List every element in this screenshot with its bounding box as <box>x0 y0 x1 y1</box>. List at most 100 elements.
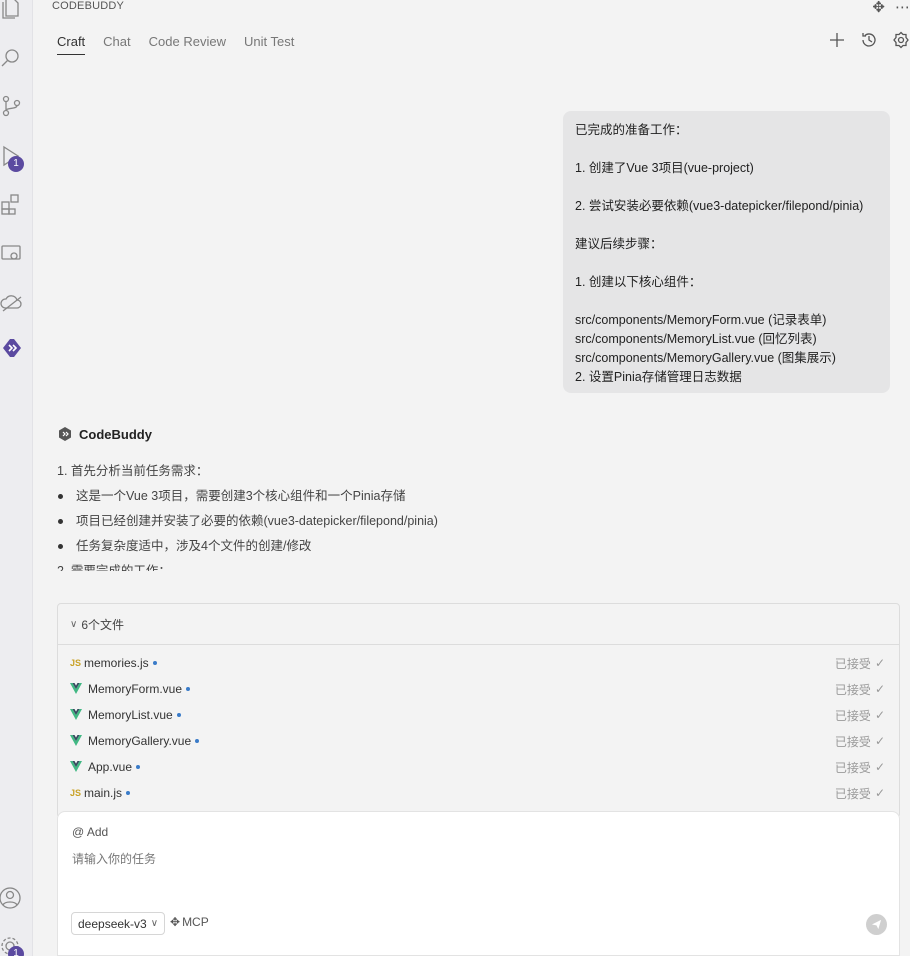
file-status: 已接受 ✓ <box>835 785 885 802</box>
tab-unit-test[interactable]: Unit Test <box>244 34 294 55</box>
user-message-line: 1. 创建了Vue 3项目(vue-project) <box>575 161 754 175</box>
file-row[interactable]: MemoryForm.vue 已接受 ✓ <box>58 676 899 702</box>
model-select[interactable]: deepseek-v3 ∨ <box>71 912 166 935</box>
file-row[interactable]: JS memories.js 已接受 ✓ <box>58 650 899 676</box>
modified-dot <box>176 713 181 717</box>
file-name: main.js <box>84 786 123 800</box>
check-icon: ✓ <box>874 786 885 800</box>
check-icon: ✓ <box>874 760 885 774</box>
source-control-icon[interactable] <box>0 94 24 118</box>
check-icon: ✓ <box>874 708 885 722</box>
tab-code-review[interactable]: Code Review <box>149 34 226 55</box>
mcp-icon: ✥ <box>170 915 181 929</box>
modified-dot <box>136 765 141 769</box>
settings-icon[interactable] <box>892 31 910 49</box>
user-message-gap <box>575 254 878 273</box>
more-icon[interactable]: ⋯ <box>895 0 910 16</box>
list-item: 项目已经创建并安装了必要的依赖(vue3-datepicker/filepond… <box>57 509 897 534</box>
assistant-intro: 1. 首先分析当前任务需求： <box>57 464 209 478</box>
user-message-gap <box>575 292 878 311</box>
user-message-line: src/components/MemoryList.vue (回忆列表) <box>575 332 817 346</box>
send-icon <box>871 919 882 930</box>
tab-craft[interactable]: Craft <box>57 34 86 55</box>
js-file-icon: JS <box>70 788 82 798</box>
list-item: 任务复杂度适中，涉及4个文件的创建/修改 <box>57 534 897 559</box>
user-message-gap <box>575 140 878 159</box>
assistant-bullet-list: 这是一个Vue 3项目，需要创建3个核心组件和一个Pinia存储 项目已经创建并… <box>57 484 897 559</box>
panel-title: CODEBUDDY <box>52 0 125 12</box>
vue-file-icon <box>70 735 84 747</box>
file-status: 已接受 ✓ <box>835 733 885 750</box>
file-row[interactable]: App.vue 已接受 ✓ <box>58 754 899 780</box>
settings-badge: 1 <box>8 946 24 956</box>
assistant-next: 2. 需要完成的工作： <box>57 564 171 571</box>
chevron-down-icon: ∨ <box>70 618 78 630</box>
user-message-line: src/components/MemoryGallery.vue (图集展示) <box>575 351 836 365</box>
search-icon[interactable] <box>0 46 24 70</box>
files-header[interactable]: ∨ 6个文件 <box>58 604 899 645</box>
add-context-button[interactable]: @ Add <box>72 825 108 839</box>
explorer-icon[interactable] <box>0 0 24 20</box>
status-label: 已接受 <box>834 656 871 671</box>
remote-explorer-icon[interactable] <box>0 242 24 266</box>
codebuddy-logo-icon[interactable] <box>0 336 24 360</box>
mcp-button[interactable]: ✥ MCP <box>170 915 209 929</box>
status-label: 已接受 <box>834 786 871 801</box>
task-input[interactable] <box>72 852 872 866</box>
tab-chat[interactable]: Chat <box>103 34 130 55</box>
modified-dot <box>195 739 200 743</box>
file-name: memories.js <box>84 656 149 670</box>
file-name: App.vue <box>88 760 133 774</box>
file-row[interactable]: MemoryGallery.vue 已接受 ✓ <box>58 728 899 754</box>
user-message-gap <box>575 216 878 235</box>
check-icon: ✓ <box>874 656 885 670</box>
assistant-message: 1. 首先分析当前任务需求： 这是一个Vue 3项目，需要创建3个核心组件和一个… <box>57 459 897 571</box>
vue-file-icon <box>70 683 84 695</box>
move-panel-icon[interactable]: ✥ <box>872 0 885 16</box>
user-message-line: 已完成的准备工作： <box>575 123 688 137</box>
user-message-line: src/components/MemoryForm.vue (记录表单) <box>575 313 827 327</box>
history-icon[interactable] <box>860 31 878 49</box>
cloud-icon[interactable] <box>0 290 24 314</box>
file-name: MemoryGallery.vue <box>88 734 192 748</box>
files-count: 6个文件 <box>81 617 125 632</box>
account-icon[interactable] <box>0 886 24 910</box>
user-message-line: 2. 尝试安装必要依赖(vue3-datepicker/filepond/pin… <box>575 199 864 213</box>
user-message-bubble: 已完成的准备工作： 1. 创建了Vue 3项目(vue-project) 2. … <box>563 111 890 393</box>
file-name: MemoryList.vue <box>88 708 173 722</box>
file-row[interactable]: JS main.js 已接受 ✓ <box>58 780 899 806</box>
task-input-box: @ Add deepseek-v3 ∨ ✥ MCP <box>57 811 900 956</box>
file-row[interactable]: MemoryList.vue 已接受 ✓ <box>58 702 899 728</box>
activity-bar: 1 1 <box>0 0 33 956</box>
modified-dot <box>152 661 157 665</box>
modified-dot <box>126 791 131 795</box>
modified-dot <box>186 687 191 691</box>
user-message-gap <box>575 178 878 197</box>
vue-file-icon <box>70 709 84 721</box>
tab-bar: Craft Chat Code Review Unit Test <box>57 34 294 55</box>
chevron-down-icon: ∨ <box>150 918 159 929</box>
file-status: 已接受 ✓ <box>835 681 885 698</box>
list-item: 这是一个Vue 3项目，需要创建3个核心组件和一个Pinia存储 <box>57 484 897 509</box>
status-label: 已接受 <box>834 708 871 723</box>
run-badge: 1 <box>8 156 24 172</box>
status-label: 已接受 <box>834 760 871 775</box>
user-message-line: 建议后续步骤： <box>575 237 663 251</box>
codebuddy-icon <box>57 426 73 442</box>
status-label: 已接受 <box>834 734 871 749</box>
js-file-icon: JS <box>70 658 82 668</box>
assistant-header: CodeBuddy <box>57 426 152 442</box>
new-chat-icon[interactable] <box>828 31 846 49</box>
file-status: 已接受 ✓ <box>835 655 885 672</box>
mcp-label: MCP <box>182 915 209 929</box>
send-button[interactable] <box>866 914 887 935</box>
tab-actions <box>828 31 910 49</box>
status-label: 已接受 <box>834 682 871 697</box>
check-icon: ✓ <box>874 682 885 696</box>
file-status: 已接受 ✓ <box>835 759 885 776</box>
model-name: deepseek-v3 <box>78 916 147 931</box>
check-icon: ✓ <box>874 734 885 748</box>
user-message-line: 2. 设置Pinia存储管理日志数据 <box>575 370 742 384</box>
user-message-line: 1. 创建以下核心组件： <box>575 275 702 289</box>
extensions-icon[interactable] <box>0 192 24 216</box>
